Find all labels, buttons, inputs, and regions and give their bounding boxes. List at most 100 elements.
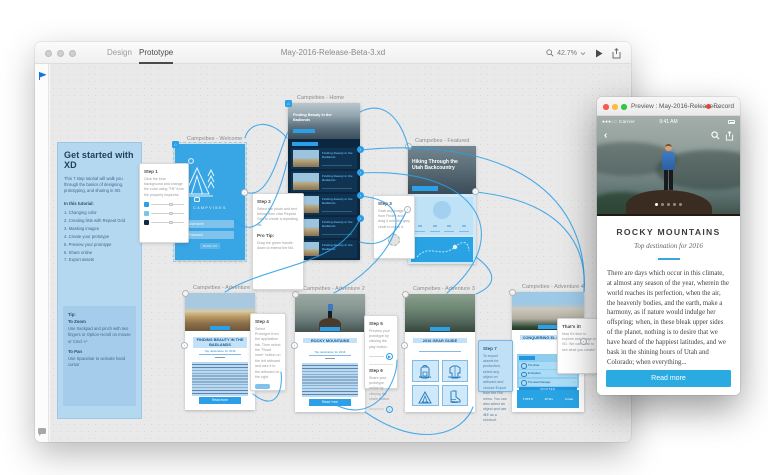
- artboard-badge-icon: [292, 291, 299, 298]
- gear-cell-daypacks[interactable]: Daypacks: [412, 360, 439, 382]
- artboard-featured[interactable]: Hiking Through the Utah Backcountry: [408, 146, 476, 264]
- featured-hero-chip[interactable]: [412, 186, 438, 191]
- back-chevron-icon[interactable]: ‹: [604, 130, 607, 142]
- route-row[interactable]: The Heart Passage›: [519, 379, 577, 386]
- zoom-level: 42.7%: [557, 50, 577, 57]
- step-card-4[interactable]: Step 4 Select Prototype from the applica…: [250, 313, 286, 391]
- wire-node[interactable]: ›: [401, 342, 408, 349]
- wire-node[interactable]: ›: [291, 342, 298, 349]
- preview-zoom-button[interactable]: [621, 104, 627, 110]
- photo-chip: [320, 327, 340, 331]
- artboard-adventure1[interactable]: FINDING BEAUTY IN THE BADLANDS Top desti…: [185, 293, 255, 410]
- badlands-photo: [185, 293, 255, 331]
- selected-paragraph[interactable]: [302, 363, 358, 397]
- thumbnail-photo: [293, 173, 319, 190]
- step-card-3[interactable]: Step 3 Grab any image from Finder and dr…: [373, 195, 415, 259]
- thats-it-card[interactable]: That's it! Now it's time to explore and …: [557, 318, 602, 374]
- preview-article: ROCKY MOUNTAINS Top destination for 2016…: [597, 216, 740, 395]
- wire-node[interactable]: ›: [404, 206, 411, 213]
- step-card-7[interactable]: Step 7 To export assets for production, …: [478, 340, 513, 392]
- slider[interactable]: [151, 213, 184, 215]
- carousel-dots[interactable]: [597, 193, 740, 211]
- preview-close-button[interactable]: [603, 104, 609, 110]
- window-zoom-button[interactable]: [69, 50, 76, 57]
- share-button[interactable]: [612, 48, 621, 59]
- slider[interactable]: [151, 204, 184, 206]
- username-field[interactable]: Username: [186, 220, 234, 228]
- start-flag-icon[interactable]: [39, 72, 46, 80]
- selected-paragraph[interactable]: [192, 362, 248, 396]
- step-card-5-6[interactable]: Step 5 Preview your prototype by clickin…: [364, 315, 398, 389]
- window-minimize-button[interactable]: [57, 50, 64, 57]
- read-more-button[interactable]: Read more: [309, 399, 351, 406]
- tab-prototype[interactable]: Prototype: [139, 42, 173, 64]
- mask-circle[interactable]: [388, 234, 400, 246]
- stat-value: 7,573 ft: [523, 397, 533, 401]
- article-subtitle-link[interactable]: [419, 350, 461, 352]
- list-item[interactable]: Finding Beauty in the Badlands: [291, 171, 357, 192]
- gear-cell-gear[interactable]: Gear: [442, 385, 469, 407]
- artboard-label-welcome[interactable]: Campvibes - Welcome: [187, 136, 242, 142]
- list-item[interactable]: Finding Beauty in the Badlands: [291, 148, 357, 169]
- desktop: Design Prototype May-2016-Release-Beta-3…: [0, 0, 768, 475]
- gear-cell-outerwear[interactable]: Outerwear: [442, 360, 469, 382]
- artboard-label-adventure4[interactable]: Campvibes - Adventure 4: [522, 284, 584, 290]
- tutorial-item: 1. Changing color: [64, 209, 135, 217]
- tip-box: Tip: To Zoom Use trackpad and pinch with…: [63, 306, 136, 406]
- step-card-2[interactable]: Step 2 Select the photo and text below, …: [252, 193, 304, 290]
- chevron-down-icon: [580, 51, 586, 56]
- artboard-label-adventure2[interactable]: Campvibes - Adventure 2: [303, 286, 365, 292]
- record-dot-icon: [706, 104, 711, 109]
- stat-icon: [430, 225, 440, 232]
- play-icon[interactable]: ▶: [386, 353, 393, 360]
- color-swatch[interactable]: [144, 220, 149, 225]
- zoom-control[interactable]: 42.7%: [546, 49, 586, 57]
- wire-node[interactable]: ›: [357, 192, 364, 199]
- play-button[interactable]: [595, 49, 603, 58]
- record-button[interactable]: Record: [706, 97, 734, 116]
- share-icon[interactable]: ↑: [386, 406, 393, 413]
- search-icon[interactable]: [711, 131, 720, 140]
- row-subline: [322, 188, 352, 190]
- wire-node[interactable]: ›: [472, 188, 479, 195]
- home-hero-title: Finding Beauty in the Badlands: [293, 113, 339, 123]
- gear-label: Daypacks: [413, 376, 438, 379]
- wire-node[interactable]: ›: [241, 189, 248, 196]
- wire-node[interactable]: ›: [357, 215, 364, 222]
- article-title: ROCKY MOUNTAINS: [303, 338, 357, 343]
- artboard-label-adventure1[interactable]: Campvibes - Adventure 1: [193, 285, 255, 291]
- artboard-adventure3[interactable]: 2016 GEAR GUIDE Daypacks Outerwear Tents: [405, 294, 475, 412]
- slider[interactable]: [151, 222, 184, 224]
- route-name: El Sendero: [528, 372, 541, 375]
- step-card-1[interactable]: Step 1 Click the blue background and cha…: [139, 163, 189, 243]
- left-toolbar: [35, 64, 49, 442]
- artboard-adventure2[interactable]: ROCKY MOUNTAINS Top destination for 2016…: [295, 294, 365, 412]
- step-title: That's it!: [562, 324, 597, 329]
- stat-value: 27 hrs: [545, 397, 553, 401]
- signin-button[interactable]: SIGN IN: [200, 243, 220, 249]
- tutorial-item: 5. Preview your prototype: [64, 241, 135, 249]
- wire-node[interactable]: ›: [357, 169, 364, 176]
- gear-cell-tents[interactable]: Tents: [412, 385, 439, 407]
- artboard-label-adventure3[interactable]: Campvibes - Adventure 3: [413, 286, 475, 292]
- comment-icon[interactable]: [38, 428, 46, 434]
- artboard-label-home[interactable]: Campvibes - Home: [297, 95, 344, 101]
- color-swatch[interactable]: [144, 202, 149, 207]
- preview-minimize-button[interactable]: [612, 104, 618, 110]
- window-close-button[interactable]: [45, 50, 52, 57]
- home-badge-icon: ⌂: [285, 100, 292, 107]
- share-icon[interactable]: [725, 131, 734, 141]
- wire-target-pill[interactable]: [255, 384, 270, 389]
- color-swatch[interactable]: [144, 211, 149, 216]
- password-field[interactable]: Password: [186, 231, 234, 239]
- wire-node[interactable]: ›: [357, 146, 364, 153]
- wire-node[interactable]: ›: [181, 342, 188, 349]
- tutorial-item: 3. Masking images: [64, 225, 135, 233]
- read-more-button[interactable]: Read more: [199, 397, 241, 404]
- tutorial-panel[interactable]: Get started with XD This 7 step tutorial…: [57, 142, 142, 419]
- step-text: Click the blue background and change the…: [144, 177, 184, 199]
- tab-design[interactable]: Design: [107, 42, 132, 64]
- read-more-button[interactable]: Read more: [606, 370, 731, 387]
- artboard-label-featured[interactable]: Campvibes - Featured: [415, 138, 469, 144]
- wire-node[interactable]: ›: [580, 338, 587, 345]
